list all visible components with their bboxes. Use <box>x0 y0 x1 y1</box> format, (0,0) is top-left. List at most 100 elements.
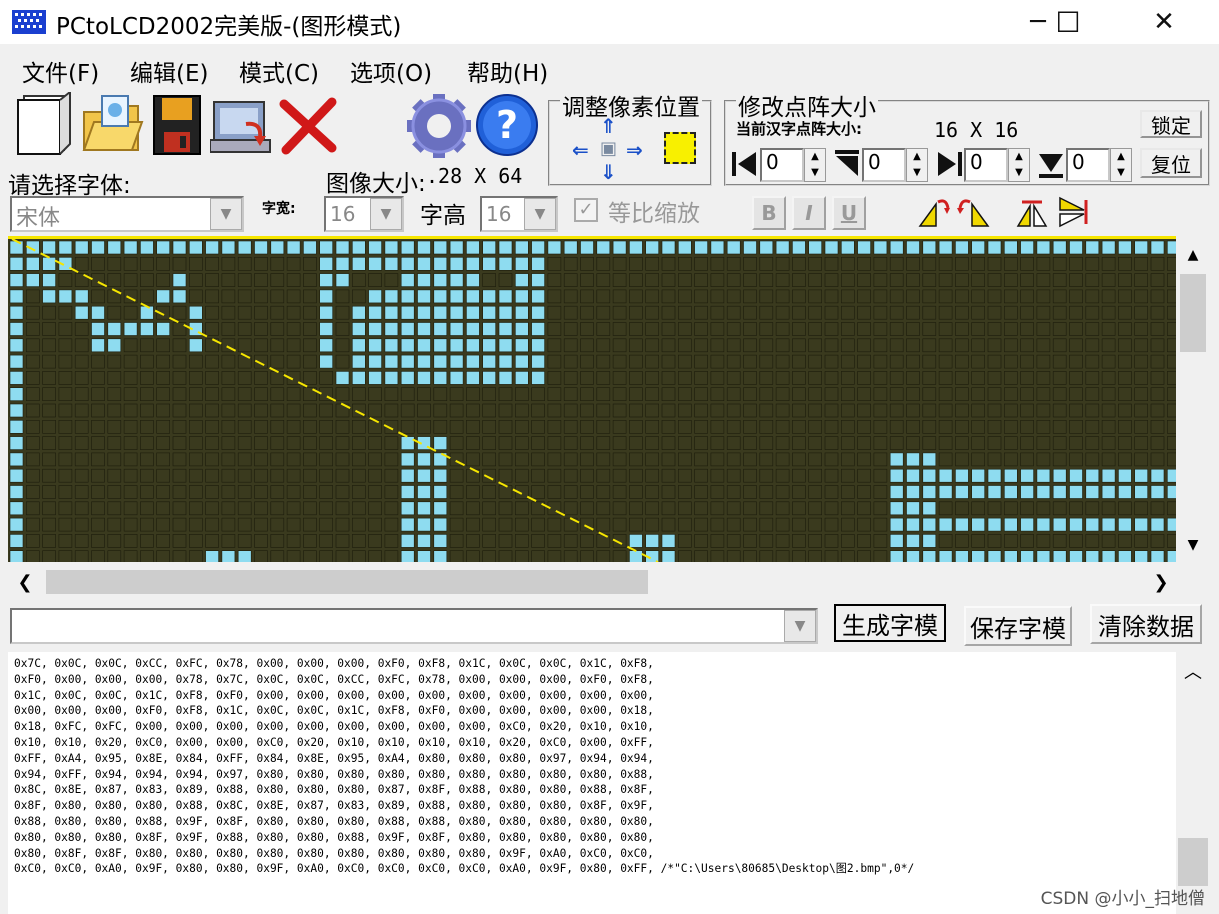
pixel-cell[interactable] <box>91 485 105 499</box>
pixel-cell[interactable] <box>9 485 24 499</box>
pixel-cell[interactable] <box>58 550 73 562</box>
pixel-cell[interactable] <box>319 338 334 353</box>
pixel-cell[interactable] <box>189 485 203 499</box>
pixel-cell[interactable] <box>107 468 122 483</box>
pixel-cell[interactable] <box>466 338 480 353</box>
pixel-cell[interactable] <box>237 322 252 336</box>
pixel-cell[interactable] <box>955 468 969 483</box>
pixel-cell[interactable] <box>1020 436 1034 450</box>
pixel-cell[interactable] <box>938 256 953 271</box>
pixel-cell[interactable] <box>270 273 285 287</box>
pixel-cell[interactable] <box>824 403 839 418</box>
pixel-cell[interactable] <box>710 550 725 562</box>
pixel-cell[interactable] <box>629 322 643 336</box>
pixel-cell[interactable] <box>792 436 806 450</box>
pixel-cell[interactable] <box>759 517 774 532</box>
pixel-cell[interactable] <box>792 371 806 385</box>
pixel-cell[interactable] <box>1052 387 1067 401</box>
pixel-cell[interactable] <box>254 550 268 562</box>
pixel-cell[interactable] <box>303 403 317 418</box>
pixel-cell[interactable] <box>58 452 73 467</box>
pixel-cell[interactable] <box>1150 354 1165 369</box>
pixel-cell[interactable] <box>1118 273 1132 287</box>
pixel-cell[interactable] <box>596 485 611 499</box>
pixel-cell[interactable] <box>417 387 431 401</box>
pixel-cell[interactable] <box>351 501 366 516</box>
pixel-cell[interactable] <box>286 452 301 467</box>
pixel-cell[interactable] <box>792 387 806 401</box>
pixel-cell[interactable] <box>140 550 154 562</box>
pixel-cell[interactable] <box>205 354 219 369</box>
pixel-cell[interactable] <box>596 501 611 516</box>
pixel-cell[interactable] <box>449 338 464 353</box>
pixel-cell[interactable] <box>1036 371 1051 385</box>
pixel-cell[interactable] <box>335 550 350 562</box>
pixel-cell[interactable] <box>1134 289 1148 304</box>
pixel-cell[interactable] <box>612 403 627 418</box>
pixel-cell[interactable] <box>694 273 708 287</box>
pixel-cell[interactable] <box>123 403 138 418</box>
pixel-cell[interactable] <box>792 289 806 304</box>
pixel-cell[interactable] <box>873 534 888 548</box>
pixel-cell[interactable] <box>955 371 969 385</box>
pixel-cell[interactable] <box>1167 289 1176 304</box>
pixel-cell[interactable] <box>42 338 56 353</box>
pixel-cell[interactable] <box>319 256 334 271</box>
pixel-cell[interactable] <box>808 256 823 271</box>
pixel-cell[interactable] <box>1003 273 1018 287</box>
pixel-cell[interactable] <box>808 371 823 385</box>
canvas-vertical-scrollbar[interactable]: ▲ ▼ <box>1176 238 1210 562</box>
pixel-cell[interactable] <box>1101 452 1116 467</box>
pixel-cell[interactable] <box>955 403 969 418</box>
pixel-cell[interactable] <box>25 452 40 467</box>
pixel-cell[interactable] <box>792 517 806 532</box>
pixel-cell[interactable] <box>156 322 170 336</box>
pixel-cell[interactable] <box>759 289 774 304</box>
pixel-cell[interactable] <box>9 452 24 467</box>
pixel-cell[interactable] <box>759 501 774 516</box>
pixel-cell[interactable] <box>922 289 937 304</box>
pixel-cell[interactable] <box>482 534 497 548</box>
pixel-cell[interactable] <box>74 240 89 255</box>
pixel-cell[interactable] <box>743 240 757 255</box>
pixel-cell[interactable] <box>661 240 676 255</box>
pixel-cell[interactable] <box>189 371 203 385</box>
pixel-cell[interactable] <box>1020 289 1034 304</box>
pixel-cell[interactable] <box>889 338 904 353</box>
pixel-cell[interactable] <box>286 403 301 418</box>
spinner-bottom-input[interactable]: 0 <box>1066 148 1110 182</box>
pixel-cell[interactable] <box>1118 289 1132 304</box>
pixel-cell[interactable] <box>368 273 382 287</box>
pixel-cell[interactable] <box>335 534 350 548</box>
pixel-cell[interactable] <box>237 534 252 548</box>
pixel-cell[interactable] <box>156 403 170 418</box>
pixel-cell[interactable] <box>466 517 480 532</box>
pixel-cell[interactable] <box>726 436 741 450</box>
pixel-cell[interactable] <box>286 322 301 336</box>
pixel-cell[interactable] <box>612 420 627 434</box>
pixel-cell[interactable] <box>645 517 660 532</box>
pixel-cell[interactable] <box>140 256 154 271</box>
pixel-cell[interactable] <box>351 550 366 562</box>
pixel-cell[interactable] <box>107 322 122 336</box>
pixel-cell[interactable] <box>514 387 529 401</box>
pixel-cell[interactable] <box>237 420 252 434</box>
pixel-cell[interactable] <box>694 468 708 483</box>
pixel-cell[interactable] <box>840 501 855 516</box>
pixel-cell[interactable] <box>596 240 611 255</box>
pixel-cell[interactable] <box>303 550 317 562</box>
pixel-cell[interactable] <box>466 289 480 304</box>
pixel-cell[interactable] <box>107 305 122 320</box>
pixel-cell[interactable] <box>840 534 855 548</box>
pixel-cell[interactable] <box>156 501 170 516</box>
pixel-cell[interactable] <box>677 436 692 450</box>
pixel-cell[interactable] <box>922 273 937 287</box>
pixel-cell[interactable] <box>547 517 562 532</box>
pixel-cell[interactable] <box>1069 534 1083 548</box>
pixel-cell[interactable] <box>612 452 627 467</box>
pixel-cell[interactable] <box>694 322 708 336</box>
pixel-cell[interactable] <box>205 305 219 320</box>
pixel-cell[interactable] <box>531 338 545 353</box>
pixel-cell[interactable] <box>237 240 252 255</box>
pixel-cell[interactable] <box>254 436 268 450</box>
